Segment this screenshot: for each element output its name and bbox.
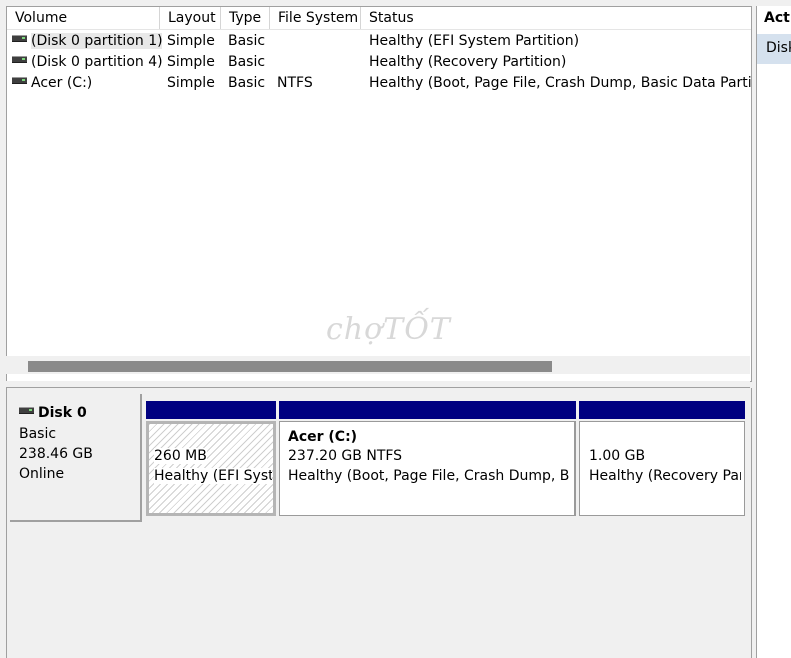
volume-layout: Simple	[167, 54, 215, 70]
volume-name: (Disk 0 partition 4)	[31, 54, 162, 70]
disk-name: Disk 0	[38, 405, 87, 421]
disk-drive-icon	[12, 76, 27, 84]
table-row[interactable]: Acer (C:) Simple Basic NTFS Healthy (Boo…	[7, 73, 751, 94]
disk-state: Online	[19, 466, 65, 482]
table-row[interactable]: (Disk 0 partition 1) Simple Basic Health…	[7, 31, 751, 52]
partition-header-bar	[279, 401, 576, 419]
partition-recovery[interactable]: 1.00 GB Healthy (Recovery Partition)	[579, 421, 745, 516]
disk-type: Basic	[19, 426, 57, 442]
volume-type: Basic	[228, 33, 266, 49]
actions-item-label: Disk Management	[766, 40, 791, 56]
volume-type: Basic	[228, 54, 266, 70]
table-row[interactable]: (Disk 0 partition 4) Simple Basic Health…	[7, 52, 751, 73]
actions-item-disk-management[interactable]: Disk Management	[757, 34, 791, 64]
disk-drive-icon	[12, 34, 27, 42]
partition-header-bar	[146, 401, 276, 419]
volume-layout: Simple	[167, 75, 215, 91]
partition-size: 1.00 GB	[589, 448, 646, 464]
actions-pane	[756, 6, 791, 658]
pane-splitter[interactable]	[6, 381, 750, 388]
column-header-status[interactable]: Status	[361, 7, 751, 29]
volume-file-system: NTFS	[277, 75, 313, 91]
column-header-volume[interactable]: Volume	[7, 7, 160, 29]
partition-status: Healthy (EFI System Partition)	[154, 468, 272, 484]
volume-status: Healthy (Boot, Page File, Crash Dump, Ba…	[369, 75, 751, 91]
disk-info-panel[interactable]: Disk 0 Basic 238.46 GB Online	[10, 394, 142, 522]
partition-size: 260 MB	[154, 448, 207, 464]
volume-name: Acer (C:)	[31, 75, 93, 91]
disk-size: 238.46 GB	[19, 446, 93, 462]
disk-drive-icon	[12, 55, 27, 63]
partition-size: 237.20 GB NTFS	[288, 448, 403, 464]
partition-status: Healthy (Recovery Partition)	[589, 468, 741, 484]
partition-header-bar	[579, 401, 745, 419]
column-header-type[interactable]: Type	[221, 7, 270, 29]
volume-status: Healthy (EFI System Partition)	[369, 33, 580, 49]
volume-layout: Simple	[167, 33, 215, 49]
partition-efi[interactable]: 260 MB Healthy (EFI System Partition)	[146, 421, 276, 516]
volume-status: Healthy (Recovery Partition)	[369, 54, 567, 70]
volume-type: Basic	[228, 75, 266, 91]
volume-name: (Disk 0 partition 1)	[31, 33, 162, 49]
partition-acer-c[interactable]: Acer (C:) 237.20 GB NTFS Healthy (Boot, …	[279, 421, 576, 516]
partition-title: Acer (C:)	[288, 429, 358, 445]
column-header-file-system[interactable]: File System	[270, 7, 361, 29]
partition-status: Healthy (Boot, Page File, Crash Dump, Ba…	[288, 468, 570, 484]
header-divider	[7, 29, 751, 30]
watermark-logo: chợTỐT	[326, 312, 451, 347]
column-header-layout[interactable]: Layout	[160, 7, 221, 29]
disk-drive-icon	[19, 406, 34, 414]
actions-title: Actions	[764, 10, 791, 26]
scrollbar-thumb[interactable]	[28, 361, 552, 372]
